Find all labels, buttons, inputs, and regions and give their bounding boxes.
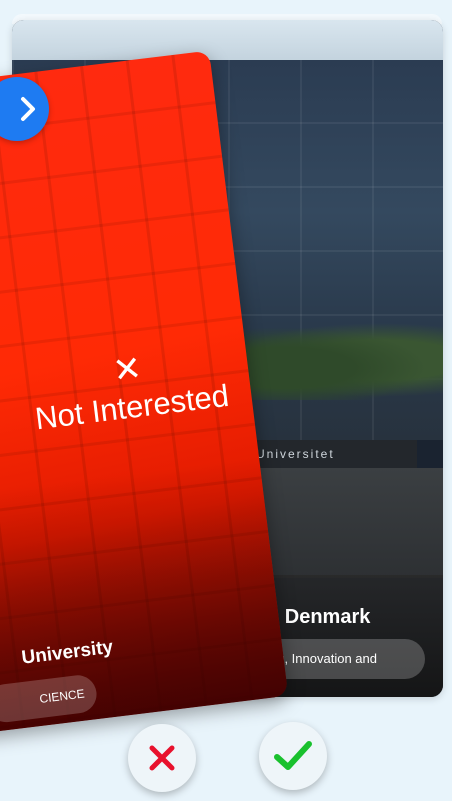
accept-button[interactable] (259, 722, 327, 790)
checkmark-icon (274, 741, 312, 770)
chevron-right-icon (21, 97, 35, 121)
close-icon (149, 745, 175, 771)
reject-button[interactable] (128, 724, 196, 792)
swipe-screen: Universitet n Denmark ng, Innovation and… (0, 0, 452, 801)
back-card-building-sign: Universitet (242, 440, 417, 468)
back-card-title: n Denmark (267, 606, 371, 628)
